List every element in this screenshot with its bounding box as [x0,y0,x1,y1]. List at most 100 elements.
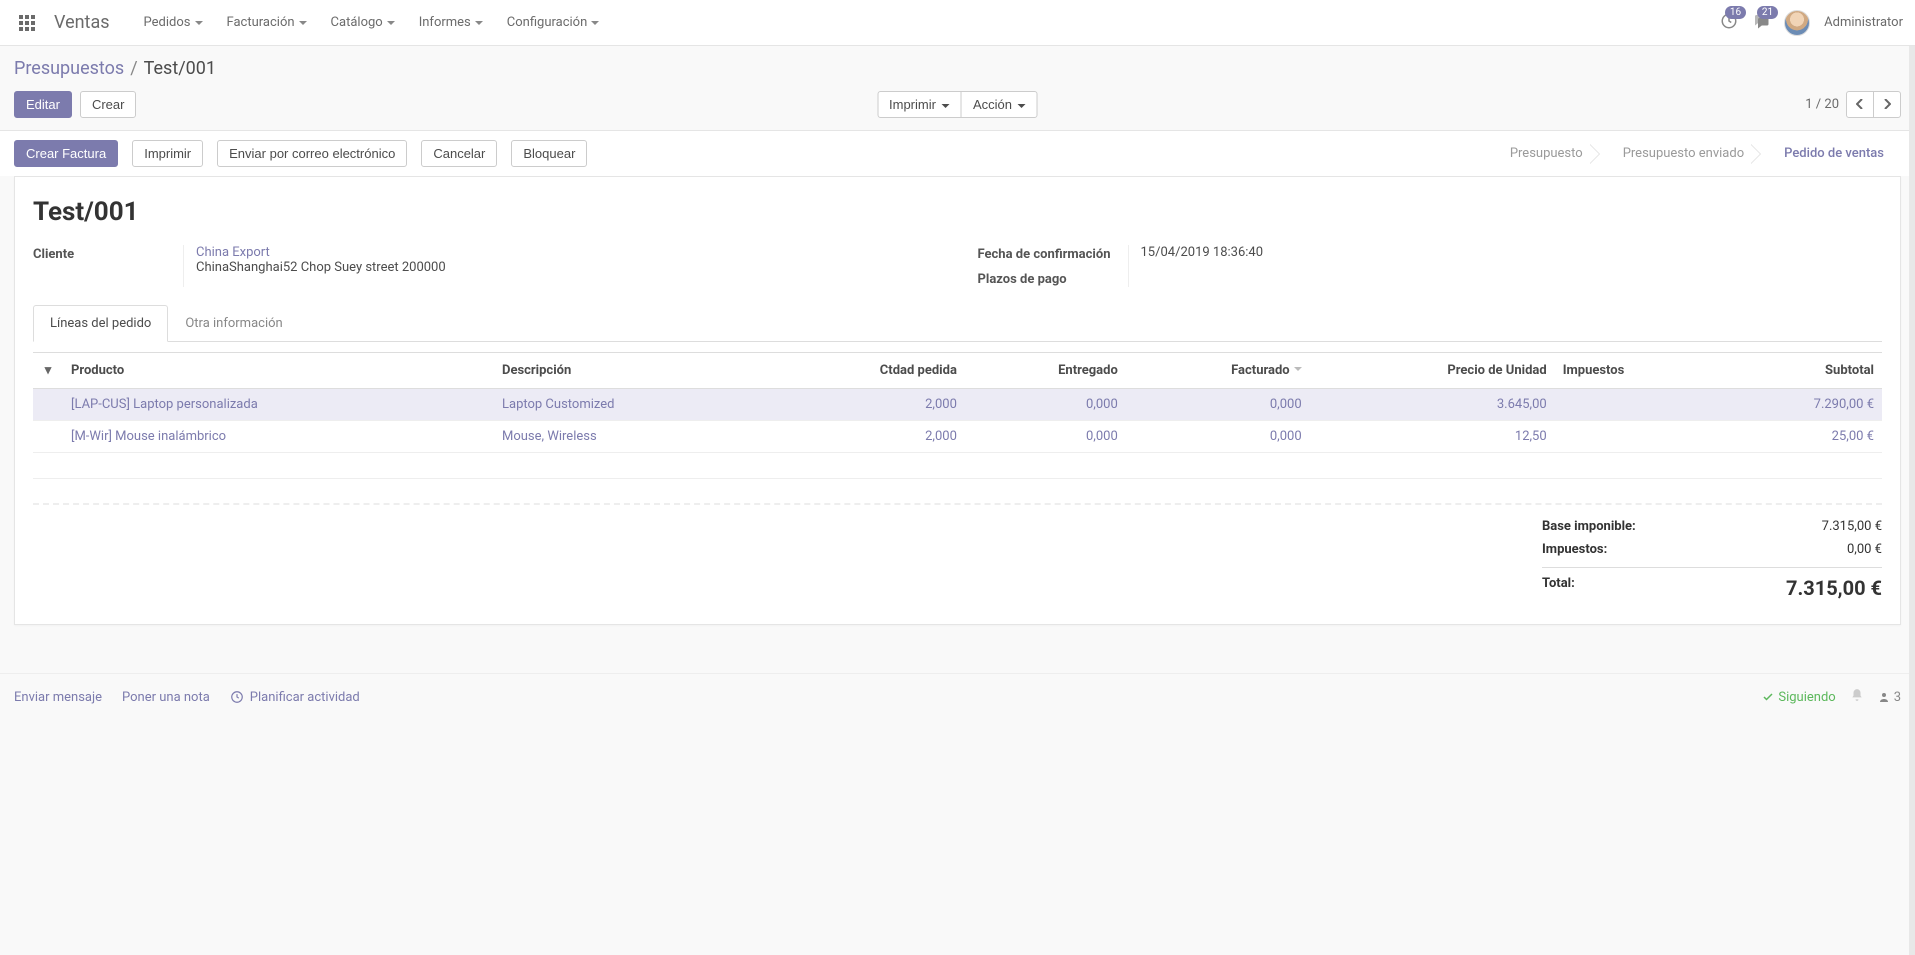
tabs: Líneas del pedido Otra información [33,305,1882,342]
cell-invoiced[interactable]: 0,000 [1126,389,1310,421]
cell-taxes[interactable] [1555,389,1720,421]
table-empty-row[interactable] [33,453,1882,479]
customer-name-link[interactable]: China Export [196,245,938,260]
col-invoiced-label: Facturado [1231,363,1290,378]
cell-subtotal[interactable]: 25,00 € [1720,421,1882,453]
totals-block: Base imponible: 7.315,00 € Impuestos: 0,… [1542,515,1882,604]
cell-unit-price[interactable]: 12,50 [1310,421,1555,453]
edit-button[interactable]: Editar [14,91,72,118]
cell-unit-price[interactable]: 3.645,00 [1310,389,1555,421]
table-row[interactable]: [M-Wir] Mouse inalámbrico Mouse, Wireles… [33,421,1882,453]
pager-prev-button[interactable] [1846,91,1874,118]
nav-item-catalogo[interactable]: Catálogo [321,9,405,36]
breadcrumb-separator: / [130,58,137,79]
nav-item-label: Facturación [227,15,295,30]
chatter: Enviar mensaje Poner una nota Planificar… [0,673,1915,720]
col-product[interactable]: Producto [63,353,494,389]
print-label: Imprimir [889,97,936,112]
nav-item-configuracion[interactable]: Configuración [497,9,610,36]
cell-qty[interactable]: 2,000 [767,421,965,453]
cell-delivered[interactable]: 0,000 [965,421,1126,453]
nav-item-label: Pedidos [144,15,191,30]
confirm-date-value: 15/04/2019 18:36:40 [1141,245,1883,260]
bell-icon[interactable] [1850,688,1864,706]
username[interactable]: Administrator [1824,15,1903,30]
apps-icon[interactable] [12,8,42,38]
top-nav: Ventas Pedidos Facturación Catálogo Info… [0,0,1915,46]
col-unit-price[interactable]: Precio de Unidad [1310,353,1555,389]
schedule-activity-label: Planificar actividad [250,690,360,705]
action-dropdown[interactable]: Acción [961,91,1038,118]
app-title[interactable]: Ventas [54,12,110,33]
create-invoice-button[interactable]: Crear Factura [14,140,118,167]
step-presupuesto[interactable]: Presupuesto [1487,139,1600,168]
nav-item-informes[interactable]: Informes [409,9,493,36]
following-button[interactable]: Siguiendo [1762,690,1835,705]
discuss-badge: 21 [1757,6,1778,19]
cell-delivered[interactable]: 0,000 [965,389,1126,421]
log-note-link[interactable]: Poner una nota [122,690,210,705]
column-toggle-icon[interactable]: ▾ [33,353,63,389]
cell-product[interactable]: [M-Wir] Mouse inalámbrico [63,421,494,453]
cancel-button[interactable]: Cancelar [421,140,497,167]
breadcrumb-root[interactable]: Presupuestos [14,58,124,79]
confirm-date-label: Fecha de confirmación [978,247,1128,262]
send-email-button[interactable]: Enviar por correo electrónico [217,140,407,167]
form-columns: Cliente China Export ChinaShanghai52 Cho… [33,245,1882,287]
statusbar: Crear Factura Imprimir Enviar por correo… [0,130,1915,176]
step-pedido-ventas[interactable]: Pedido de ventas [1761,139,1901,168]
col-subtotal[interactable]: Subtotal [1720,353,1882,389]
tab-order-lines[interactable]: Líneas del pedido [33,305,168,342]
lock-button[interactable]: Bloquear [511,140,587,167]
followers-count[interactable]: 3 [1878,690,1901,705]
caret-down-icon [387,21,395,29]
send-message-link[interactable]: Enviar mensaje [14,690,102,705]
scrollbar-gutter[interactable] [1909,46,1915,955]
cell-description[interactable]: Mouse, Wireless [494,421,767,453]
col-invoiced[interactable]: Facturado [1126,353,1310,389]
topnav-right: 16 21 Administrator [1720,10,1903,36]
print-button[interactable]: Imprimir [132,140,203,167]
following-label: Siguiendo [1778,690,1835,705]
cell-invoiced[interactable]: 0,000 [1126,421,1310,453]
col-description[interactable]: Descripción [494,353,767,389]
cell-description[interactable]: Laptop Customized [494,389,767,421]
customer-address: ChinaShanghai52 Chop Suey street 200000 [196,260,938,275]
caret-down-icon [195,21,203,29]
control-panel: Editar Crear Imprimir Acción 1 / 20 [0,85,1915,130]
activities-icon[interactable]: 16 [1720,12,1738,34]
print-dropdown[interactable]: Imprimir [877,91,962,118]
cell-qty[interactable]: 2,000 [767,389,965,421]
col-delivered[interactable]: Entregado [965,353,1126,389]
customer-label: Cliente [33,245,183,287]
avatar[interactable] [1784,10,1810,36]
tax-amount-value: 0,00 € [1847,542,1882,557]
col-taxes[interactable]: Impuestos [1555,353,1720,389]
breadcrumb: Presupuestos / Test/001 [0,46,1915,85]
discuss-icon[interactable]: 21 [1752,12,1770,34]
record-title: Test/001 [33,197,1882,227]
order-lines-table: ▾ Producto Descripción Ctdad pedida Entr… [33,352,1882,479]
pager: 1 / 20 [1805,91,1901,118]
caret-down-icon [591,21,599,29]
schedule-activity-link[interactable]: Planificar actividad [230,690,360,705]
breadcrumb-current: Test/001 [144,58,216,79]
nav-item-label: Configuración [507,15,588,30]
table-row[interactable]: [LAP-CUS] Laptop personalizada Laptop Cu… [33,389,1882,421]
cell-taxes[interactable] [1555,421,1720,453]
cell-subtotal[interactable]: 7.290,00 € [1720,389,1882,421]
step-presupuesto-enviado[interactable]: Presupuesto enviado [1600,139,1761,168]
nav-item-facturacion[interactable]: Facturación [217,9,317,36]
cell-product[interactable]: [LAP-CUS] Laptop personalizada [63,389,494,421]
tab-other-info[interactable]: Otra información [168,305,299,341]
pager-next-button[interactable] [1873,91,1901,118]
person-icon [1878,691,1890,703]
nav-item-pedidos[interactable]: Pedidos [134,9,213,36]
pager-value[interactable]: 1 / 20 [1805,97,1839,112]
col-qty[interactable]: Ctdad pedida [767,353,965,389]
right-values: 15/04/2019 18:36:40 [1128,245,1883,287]
sheet: Test/001 Cliente China Export ChinaShang… [14,176,1901,625]
action-label: Acción [973,97,1012,112]
base-amount-value: 7.315,00 € [1822,519,1882,534]
create-button[interactable]: Crear [80,91,137,118]
